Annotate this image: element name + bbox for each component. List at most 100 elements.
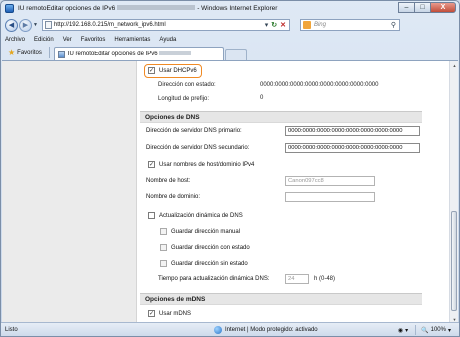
tab-row: ★ Favoritos IU remotoEditar opciones de … bbox=[1, 45, 459, 60]
maximize-button[interactable]: □ bbox=[414, 2, 431, 13]
dns-secondary-row: Dirección de servidor DNS secundario: bbox=[146, 145, 249, 151]
forward-arrow-icon: ▶ bbox=[22, 22, 29, 29]
prefix-length-row: Longitud de prefijo: bbox=[158, 96, 209, 102]
menu-ayuda[interactable]: Ayuda bbox=[159, 37, 176, 43]
back-button[interactable]: ◀ bbox=[5, 18, 18, 32]
dns-primary-label: Dirección de servidor DNS primario: bbox=[146, 128, 242, 134]
zoom-level: 100% bbox=[430, 327, 446, 333]
scroll-thumb[interactable] bbox=[451, 211, 457, 311]
dns-primary-row: Dirección de servidor DNS primario: bbox=[146, 128, 242, 134]
zoom-dropdown-icon: ▾ bbox=[447, 327, 451, 334]
left-navigation-pane bbox=[2, 61, 137, 322]
dns-section-header: Opciones de DNS bbox=[140, 111, 422, 123]
save-stateful-checkbox[interactable] bbox=[160, 244, 167, 251]
use-ipv4-names-checkbox[interactable]: ✓ bbox=[148, 161, 155, 168]
history-dropdown-icon[interactable]: ▼ bbox=[33, 22, 38, 28]
stop-icon[interactable]: ✕ bbox=[280, 21, 286, 29]
address-row: ◀ ▶ ▼ http://192.168.0.215/m_network_ipv… bbox=[1, 17, 459, 33]
protected-mode-icon: ◉ bbox=[397, 327, 404, 334]
new-tab-button[interactable] bbox=[224, 48, 247, 60]
dns-interval-unit: h (0-48) bbox=[314, 276, 336, 282]
browser-window: IU remotoEditar opciones de IPv6 - Window… bbox=[0, 0, 460, 337]
dns-interval-row: Tiempo para actualización dinámica DNS: bbox=[158, 276, 270, 282]
use-dhcpv6-row: ✓ Usar DHCPv6 bbox=[148, 67, 197, 74]
redacted-block bbox=[117, 5, 196, 11]
search-icon[interactable]: ⚲ bbox=[391, 21, 396, 29]
tab-active[interactable]: IU remotoEditar opciones de IPv6 bbox=[53, 47, 224, 60]
search-placeholder[interactable]: Bing bbox=[314, 22, 391, 28]
window-title-suffix: - Windows Internet Explorer bbox=[197, 4, 278, 12]
dns-interval-input[interactable]: 24 bbox=[285, 274, 309, 284]
scroll-up-icon[interactable]: ▲ bbox=[450, 61, 458, 69]
minimize-button[interactable]: – bbox=[398, 2, 415, 13]
domain-name-input[interactable] bbox=[285, 192, 375, 202]
use-ipv4-names-row: ✓ Usar nombres de host/dominio IPv4 bbox=[148, 161, 254, 168]
security-zone[interactable]: Internet | Modo protegido: activado bbox=[214, 326, 318, 334]
menu-favoritos[interactable]: Favoritos bbox=[81, 37, 106, 43]
stateful-address-value: 0000:0000:0000:0000:0000:0000:0000:0000 bbox=[260, 82, 379, 88]
address-bar[interactable]: http://192.168.0.215/m_network_ipv6.html… bbox=[41, 19, 290, 31]
save-stateless-checkbox[interactable] bbox=[160, 260, 167, 267]
domain-name-label: Nombre de dominio: bbox=[146, 194, 201, 200]
dynamic-dns-label: Actualización dinámica de DNS bbox=[159, 212, 243, 219]
zoom-icon: 🔍 bbox=[421, 327, 429, 334]
save-stateful-label: Guardar dirección con estado bbox=[171, 244, 250, 251]
close-button[interactable]: X bbox=[430, 2, 456, 13]
window-controls: – □ X bbox=[398, 2, 456, 13]
use-ipv4-names-label: Usar nombres de host/dominio IPv4 bbox=[159, 161, 255, 168]
back-arrow-icon: ◀ bbox=[8, 22, 15, 29]
save-stateful-row: Guardar dirección con estado bbox=[160, 244, 250, 251]
use-mdns-row: ✓ Usar mDNS bbox=[148, 310, 191, 317]
domain-name-row: Nombre de dominio: bbox=[146, 194, 200, 200]
globe-icon bbox=[214, 326, 222, 334]
favorites-button[interactable]: ★ Favoritos bbox=[5, 47, 45, 59]
menu-edicion[interactable]: Edición bbox=[34, 37, 54, 43]
divider bbox=[415, 325, 417, 335]
address-url[interactable]: http://192.168.0.215/m_network_ipv6.html bbox=[54, 22, 166, 28]
menu-archivo[interactable]: Archivo bbox=[5, 37, 25, 43]
prefix-length-value: 0 bbox=[260, 95, 264, 101]
menu-ver[interactable]: Ver bbox=[63, 37, 72, 43]
use-dhcpv6-checkbox[interactable]: ✓ bbox=[148, 67, 155, 74]
settings-form: ✓ Usar DHCPv6 Dirección con estado: 0000… bbox=[140, 61, 448, 322]
forward-button[interactable]: ▶ bbox=[19, 18, 32, 32]
check-icon: ✓ bbox=[148, 67, 155, 74]
check-icon: ✓ bbox=[148, 161, 155, 168]
window-title-prefix: IU remotoEditar opciones de IPv6 bbox=[18, 4, 116, 12]
save-manual-label: Guardar dirección manual bbox=[171, 228, 241, 235]
check-icon: ✓ bbox=[148, 310, 155, 317]
divider bbox=[48, 47, 50, 58]
search-box[interactable]: Bing ⚲ bbox=[299, 19, 400, 31]
vertical-scrollbar[interactable]: ▲ ▼ bbox=[449, 61, 458, 322]
dns-primary-input[interactable]: 0000:0000:0000:0000:0000:0000:0000:0000 bbox=[285, 126, 420, 136]
save-manual-checkbox[interactable] bbox=[160, 228, 167, 235]
page-content: ✓ Usar DHCPv6 Dirección con estado: 0000… bbox=[2, 60, 458, 322]
status-bar: Listo Internet | Modo protegido: activad… bbox=[1, 322, 459, 336]
window-title: IU remotoEditar opciones de IPv6 - Window… bbox=[18, 5, 277, 12]
address-dropdown-icon[interactable]: ▾ bbox=[265, 21, 269, 29]
dynamic-dns-row: Actualización dinámica de DNS bbox=[148, 212, 243, 219]
host-name-input[interactable]: Canon097cc8 bbox=[285, 176, 375, 186]
redacted-block bbox=[159, 51, 192, 56]
mdns-section-header: Opciones de mDNS bbox=[140, 293, 422, 305]
scroll-down-icon[interactable]: ▼ bbox=[450, 315, 458, 322]
stateful-address-label: Dirección con estado: bbox=[158, 82, 216, 88]
host-name-label: Nombre de host: bbox=[146, 178, 191, 184]
menu-herramientas[interactable]: Herramientas bbox=[114, 37, 150, 43]
dropdown-icon: ▾ bbox=[405, 327, 409, 334]
refresh-icon[interactable]: ↻ bbox=[271, 21, 277, 29]
host-name-row: Nombre de host: bbox=[146, 178, 190, 184]
tab-label: IU remotoEditar opciones de IPv6 bbox=[68, 51, 192, 57]
save-manual-row: Guardar dirección manual bbox=[160, 228, 240, 235]
status-text: Listo bbox=[5, 327, 18, 333]
zoom-control[interactable]: ◉ ▾ 🔍 100% ▾ bbox=[398, 325, 453, 335]
dns-interval-label: Tiempo para actualización dinámica DNS: bbox=[158, 276, 270, 282]
dynamic-dns-checkbox[interactable] bbox=[148, 212, 155, 219]
tab-page-icon bbox=[57, 50, 65, 58]
save-stateless-row: Guardar dirección sin estado bbox=[160, 260, 248, 267]
dns-secondary-input[interactable]: 0000:0000:0000:0000:0000:0000:0000:0000 bbox=[285, 143, 420, 153]
save-stateless-label: Guardar dirección sin estado bbox=[171, 260, 248, 267]
dns-secondary-label: Dirección de servidor DNS secundario: bbox=[146, 145, 250, 151]
favorites-label: Favoritos bbox=[17, 49, 42, 56]
use-mdns-checkbox[interactable]: ✓ bbox=[148, 310, 155, 317]
